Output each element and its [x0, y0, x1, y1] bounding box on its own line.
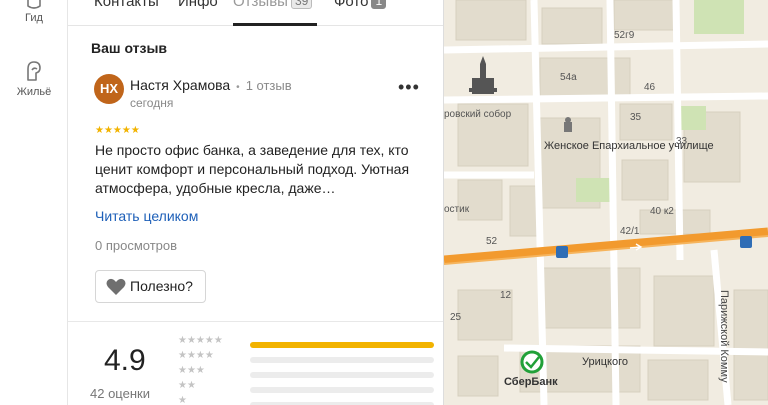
school-icon	[564, 117, 572, 132]
map-label-sberbank[interactable]: СберБанк	[504, 376, 558, 388]
sberbank-pin-icon	[520, 350, 544, 374]
distribution-bar	[250, 387, 434, 393]
map[interactable]: ровский собор Женское Епархиальное учили…	[444, 0, 768, 405]
map-label-uritskogo: Урицкого	[582, 356, 628, 368]
read-more-link[interactable]: Читать целиком	[95, 208, 198, 224]
author-review-count: 1 отзыв	[245, 78, 292, 93]
distribution-bar	[250, 357, 434, 363]
active-tab-indicator	[233, 23, 317, 26]
map-label-kostik: остик	[444, 204, 470, 215]
map-label-number: 33	[676, 136, 688, 147]
map-label-number: 35	[630, 112, 642, 123]
distribution-stars: ★	[178, 395, 187, 405]
more-options-icon[interactable]: •••	[398, 78, 420, 96]
map-label-number: 46	[644, 82, 656, 93]
map-label-number: 52г9	[614, 30, 635, 41]
divider	[68, 321, 443, 322]
section-title: Ваш отзыв	[91, 40, 168, 56]
heart-icon	[106, 278, 126, 295]
tab-contacts[interactable]: Контакты	[94, 0, 159, 10]
tab-bar: Контакты Инфо Отзывы 39 Фото 1	[68, 0, 443, 26]
map-label-eparchy: Женское Епархиальное училище	[544, 140, 714, 152]
views-count: 0 просмотров	[95, 238, 178, 253]
distribution-bar-fill	[250, 342, 434, 348]
tab-reviews[interactable]: Отзывы 39	[233, 0, 313, 10]
tab-count-badge: 1	[371, 0, 387, 9]
map-label-sobor: ровский собор	[444, 109, 512, 120]
left-rail: Гид Жильё	[0, 0, 68, 405]
rail-item-label: Жильё	[16, 86, 52, 98]
rating-value: 4.9	[104, 344, 146, 377]
review-stars: ★★★★★	[95, 125, 140, 136]
author-name[interactable]: Настя Храмова	[130, 77, 230, 93]
rating-count: 42 оценки	[90, 386, 150, 401]
map-label-number: 25	[450, 312, 462, 323]
tab-count-badge: 39	[290, 0, 313, 9]
distribution-stars: ★★★★	[178, 350, 214, 361]
housing-icon	[27, 61, 41, 81]
map-label-number: 12	[500, 290, 512, 301]
useful-label: Полезно?	[130, 277, 193, 294]
map-label-number: 42/1	[620, 226, 640, 237]
tab-photos[interactable]: Фото 1	[334, 0, 387, 10]
distribution-stars: ★★★★★	[178, 335, 223, 346]
review-date: сегодня	[130, 96, 174, 110]
rail-item-guide[interactable]: Гид	[0, 0, 68, 24]
useful-button[interactable]: Полезно?	[95, 270, 206, 303]
avatar[interactable]: НХ	[94, 74, 124, 104]
distribution-bar	[250, 342, 434, 348]
organization-panel: Контакты Инфо Отзывы 39 Фото 1 Ваш отзыв Н…	[68, 0, 444, 405]
guide-icon	[27, 0, 41, 9]
cathedral-icon	[469, 56, 497, 94]
map-label-number: 54а	[560, 72, 577, 83]
distribution-stars: ★★	[178, 380, 196, 391]
distribution-bar	[250, 372, 434, 378]
distribution-stars: ★★★	[178, 365, 205, 376]
map-label-number: 40 к2	[650, 206, 674, 217]
map-label-number: 52	[486, 236, 498, 247]
rail-item-housing[interactable]: Жильё	[0, 58, 68, 98]
review-text: Не просто офис банка, а заведение для те…	[95, 142, 410, 196]
rail-item-label: Гид	[25, 12, 43, 24]
review-author-line: Настя Храмова • 1 отзыв	[130, 77, 292, 93]
map-label-parizhskoy: Парижской Комму	[718, 290, 730, 383]
tab-info[interactable]: Инфо	[178, 0, 218, 10]
